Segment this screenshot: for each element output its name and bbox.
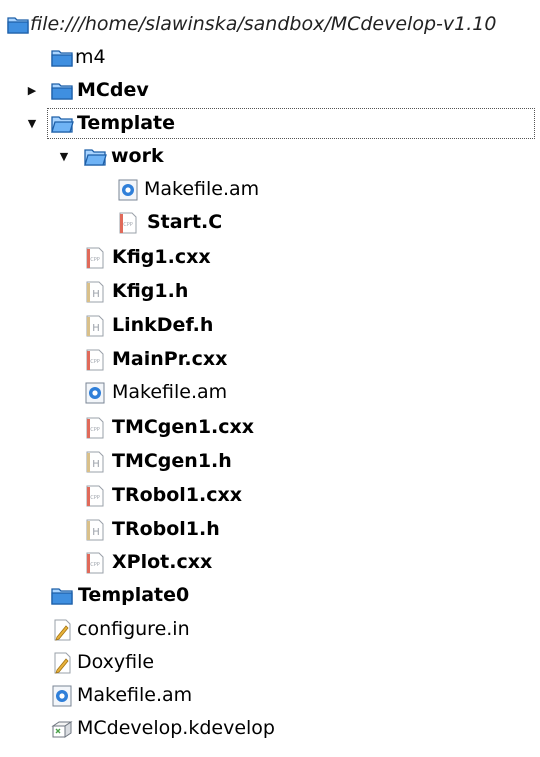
tree-item-kfig1-cxx[interactable]: CPP Kfig1.cxx [0,241,540,274]
header-file-icon: H [83,450,107,474]
svg-text:H: H [92,527,100,538]
svg-text:CPP: CPP [90,495,100,501]
svg-text:CPP: CPP [90,359,100,365]
header-file-icon: H [83,518,107,542]
makefile-icon [50,684,74,708]
tree-item-makefile[interactable]: Makefile.am [0,173,540,206]
folder-icon [50,584,74,608]
tree-item-label: XPlot.cxx [112,551,213,573]
tree-item-template[interactable]: ▼ Template [28,107,536,140]
svg-text:H: H [92,289,100,300]
svg-text:CPP: CPP [90,562,100,568]
tree-root-path[interactable]: file:///home/slawinska/sandbox/MCdevelop… [0,8,540,41]
tree-item-label: Makefile.am [144,178,260,200]
collapse-arrow-icon[interactable]: ▼ [58,150,70,163]
tree-item-tmcgen1-cxx[interactable]: CPP TMCgen1.cxx [0,411,540,444]
text-file-icon [50,651,74,675]
tree-item-label: Start.C [147,211,223,233]
tree-item-kfig1-h[interactable]: H Kfig1.h [0,275,540,308]
tree-item-label: TMCgen1.h [112,450,232,472]
folder-open-icon [50,112,74,136]
tree-item-mainpr-cxx[interactable]: CPP MainPr.cxx [0,343,540,376]
tree-item-m4[interactable]: m4 [0,41,540,74]
svg-text:H: H [92,459,100,470]
svg-text:CPP: CPP [90,257,100,263]
svg-text:CPP: CPP [123,222,133,228]
cpp-source-icon: CPP [83,551,107,575]
tree-item-tmcgen1-h[interactable]: H TMCgen1.h [0,445,540,478]
tree-item-label: Makefile.am [112,381,228,403]
tree-item-label: LinkDef.h [112,314,214,336]
tree-item-makefile[interactable]: Makefile.am [0,376,540,409]
cpp-source-icon: CPP [116,211,140,235]
tree-item-label: m4 [75,46,106,68]
tree-item-doxyfile[interactable]: Doxyfile [0,646,540,679]
tree-item-trobol1-cxx[interactable]: CPP TRobol1.cxx [0,479,540,512]
collapse-arrow-icon[interactable]: ▼ [26,117,38,130]
tree-item-xplot-cxx[interactable]: CPP XPlot.cxx [0,546,540,579]
tree-item-trobol1-h[interactable]: H TRobol1.h [0,513,540,546]
expand-arrow-icon[interactable]: ▶ [26,84,38,97]
folder-icon [50,79,74,103]
svg-text:H: H [92,323,100,334]
tree-item-label: TRobol1.cxx [112,484,243,506]
tree-item-label: TMCgen1.cxx [112,416,255,438]
cpp-source-icon: CPP [83,348,107,372]
tree-item-label: Doxyfile [77,651,155,673]
tree-item-template0[interactable]: Template0 [0,579,540,612]
cpp-source-icon: CPP [83,246,107,270]
tree-item-label: Template [77,112,176,134]
cpp-source-icon: CPP [83,484,107,508]
tree-item-configure-in[interactable]: configure.in [0,613,540,646]
makefile-icon [116,178,140,202]
tree-item-start-c[interactable]: CPP Start.C [0,206,540,239]
tree-item-label: work [111,145,164,167]
tree-item-label: Kfig1.cxx [112,246,211,268]
folder-icon [6,13,30,37]
tree-item-project-file[interactable]: MCdevelop.kdevelop [0,712,540,745]
tree-item-label: Kfig1.h [112,280,189,302]
tree-item-label: TRobol1.h [112,518,220,540]
header-file-icon: H [83,314,107,338]
svg-text:CPP: CPP [90,427,100,433]
tree-item-work[interactable]: ▼ work [0,140,540,173]
tree-item-makefile[interactable]: Makefile.am [0,679,540,712]
tree-item-mcdev[interactable]: ▶ MCdev [0,74,540,107]
tree-item-label: Makefile.am [77,684,193,706]
project-file-icon [50,717,74,741]
makefile-icon [83,381,107,405]
text-file-icon [50,618,74,642]
tree-item-label: MCdevelop.kdevelop [77,717,275,739]
cpp-source-icon: CPP [83,416,107,440]
folder-icon [50,46,74,70]
project-file-tree: file:///home/slawinska/sandbox/MCdevelop… [0,0,540,757]
tree-item-label: Template0 [78,584,190,606]
header-file-icon: H [83,280,107,304]
tree-root-label: file:///home/slawinska/sandbox/MCdevelop… [30,13,497,35]
tree-item-label: MainPr.cxx [112,348,228,370]
folder-open-icon [83,145,107,169]
tree-item-label: MCdev [77,79,149,101]
tree-item-label: configure.in [77,618,190,640]
tree-item-linkdef-h[interactable]: H LinkDef.h [0,309,540,342]
